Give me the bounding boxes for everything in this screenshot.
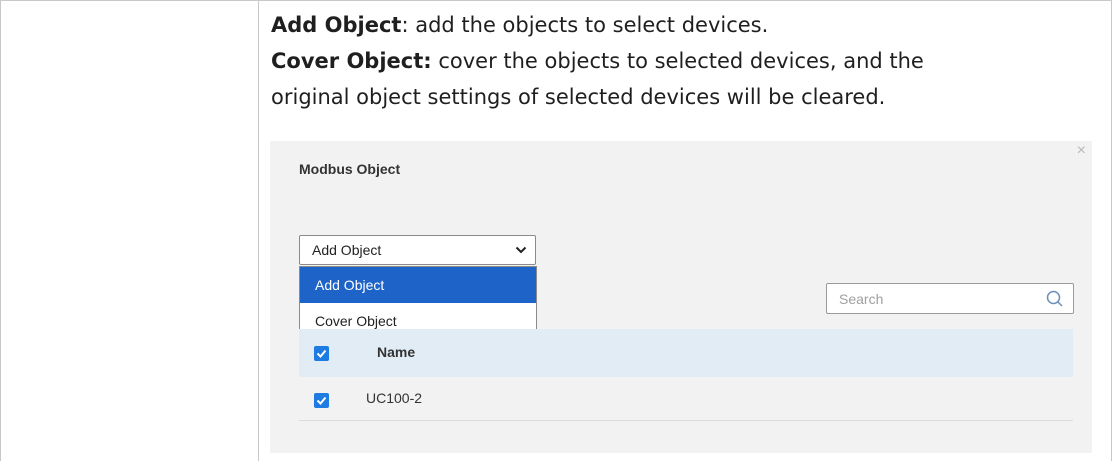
dialog-title: Modbus Object	[299, 161, 401, 177]
table-rule-top	[0, 0, 1112, 1]
description-text: Add Object: add the objects to select de…	[271, 7, 1101, 115]
object-mode-select[interactable]: Add Object	[299, 235, 536, 265]
checkmark-icon	[316, 396, 327, 405]
select-value: Add Object	[312, 242, 382, 258]
table-rule-left	[0, 0, 1, 461]
search-placeholder: Search	[839, 291, 884, 307]
cover-object-line-continued: original object settings of selected dev…	[271, 85, 886, 109]
select-all-checkbox[interactable]	[314, 346, 329, 361]
checkmark-icon	[316, 349, 327, 358]
modbus-object-dialog: Modbus Object × Add Object Add Object Co…	[270, 141, 1092, 453]
device-name-cell: UC100-2	[366, 390, 423, 406]
chevron-down-icon	[515, 246, 527, 254]
add-object-term: Add Object	[271, 13, 402, 37]
add-object-line: Add Object: add the objects to select de…	[271, 7, 1101, 43]
cover-object-description: cover the objects to selected devices, a…	[431, 49, 924, 73]
search-icon[interactable]	[1045, 289, 1065, 309]
dropdown-option-add-object[interactable]: Add Object	[300, 267, 536, 303]
column-header-name: Name	[377, 344, 416, 360]
table-column-divider	[258, 0, 259, 461]
table-row: UC100-2	[299, 377, 1073, 421]
table-header-row: Name	[299, 329, 1073, 377]
add-object-description: : add the objects to select devices.	[401, 13, 769, 37]
close-icon[interactable]: ×	[1077, 143, 1086, 159]
row-checkbox[interactable]	[314, 393, 329, 408]
search-input[interactable]: Search	[826, 283, 1074, 314]
cover-object-term: Cover Object:	[271, 49, 432, 73]
cover-object-line: Cover Object: cover the objects to selec…	[271, 43, 1101, 79]
